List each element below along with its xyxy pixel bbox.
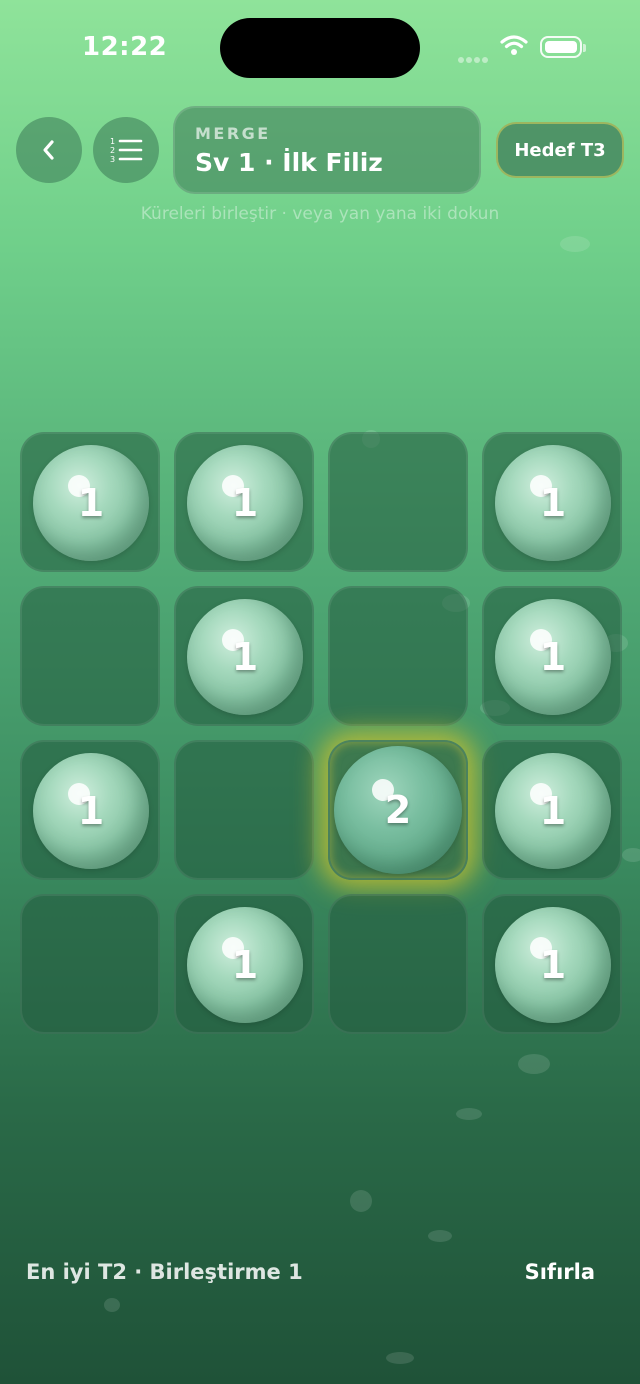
background-bubble [386,1352,414,1364]
wifi-icon [500,34,528,60]
orb-tile[interactable]: 1 [33,753,149,869]
background-bubble [104,1298,120,1312]
hint-text: Küreleri birleştir · veya yan yana iki d… [140,204,500,224]
board-cell[interactable]: 2 [328,740,468,880]
orb-tile[interactable]: 1 [187,445,303,561]
orb-tier-label: 1 [231,481,259,525]
background-bubble [350,1190,372,1212]
orb-tile[interactable]: 1 [187,599,303,715]
orb-tile[interactable]: 1 [495,907,611,1023]
orb-tile[interactable]: 1 [495,445,611,561]
status-bar: 12:22 [0,0,640,100]
board-cell[interactable] [20,586,160,726]
orb-tile[interactable]: 1 [33,445,149,561]
battery-icon [540,36,586,58]
cellular-signal-icon [458,48,490,67]
board-cell[interactable]: 1 [482,586,622,726]
level-title-card: MERGE Sv 1 · İlk Filiz [173,106,481,194]
board-cell[interactable] [174,740,314,880]
background-bubble [456,1108,482,1120]
orb-tier-label: 1 [231,943,259,987]
svg-text:1: 1 [110,137,115,146]
status-time: 12:22 [82,32,168,62]
background-bubble [518,1054,550,1074]
numbered-list-icon: 1 2 3 [110,137,143,164]
board-cell[interactable]: 1 [174,586,314,726]
board-cell[interactable] [328,894,468,1034]
orb-tile[interactable]: 1 [495,753,611,869]
board-cell[interactable] [20,894,160,1034]
orb-tier-label: 1 [77,789,105,833]
chevron-left-icon [43,140,54,160]
board-cell[interactable]: 1 [20,740,160,880]
orb-tier-label: 1 [539,635,567,679]
level-title: Sv 1 · İlk Filiz [195,148,383,177]
level-list-button[interactable]: 1 2 3 [93,117,159,183]
orb-tier-label: 1 [231,635,259,679]
background-bubble [560,236,590,252]
orb-tile[interactable]: 1 [187,907,303,1023]
reset-button[interactable]: Sıfırla [525,1260,595,1284]
orb-tier-label: 2 [384,788,412,832]
background-bubble [622,848,640,862]
orb-tile[interactable]: 2 [334,746,462,874]
orb-tile[interactable]: 1 [495,599,611,715]
board-cell[interactable]: 1 [20,432,160,572]
board-cell[interactable]: 1 [482,894,622,1034]
board-cell[interactable] [328,586,468,726]
orb-tier-label: 1 [539,943,567,987]
target-badge[interactable]: Hedef T3 [496,122,624,178]
board-cell[interactable]: 1 [482,740,622,880]
orb-tier-label: 1 [539,481,567,525]
dynamic-island [220,18,420,78]
svg-text:2: 2 [110,146,115,155]
back-button[interactable] [16,117,82,183]
orb-tier-label: 1 [77,481,105,525]
stats-text: En iyi T2 · Birleştirme 1 [26,1260,303,1284]
board-cell[interactable]: 1 [174,432,314,572]
board-cell[interactable] [328,432,468,572]
orb-tier-label: 1 [539,789,567,833]
board-cell[interactable]: 1 [174,894,314,1034]
mode-label: MERGE [195,124,271,143]
board-cell[interactable]: 1 [482,432,622,572]
svg-text:3: 3 [110,155,115,164]
game-board: 1 1 1 1 1 1 2 1 1 1 [20,432,622,1034]
background-bubble [428,1230,452,1242]
